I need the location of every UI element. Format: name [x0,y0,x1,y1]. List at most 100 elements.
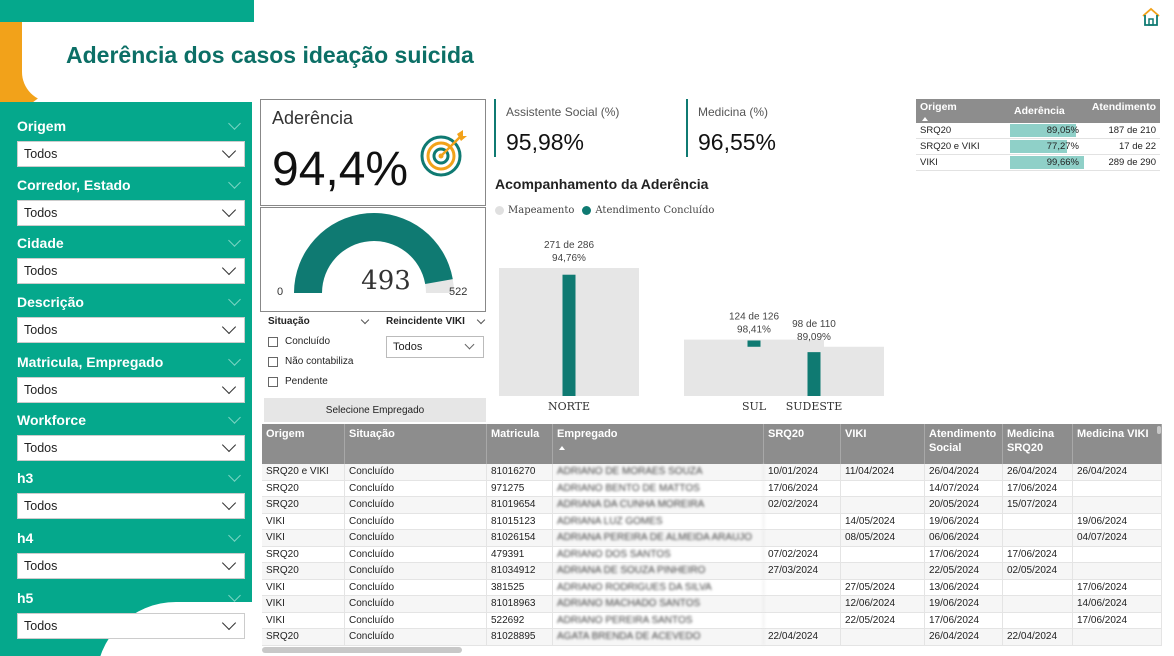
column-header[interactable]: Matricula [487,424,553,464]
table-row[interactable]: SRQ20 Concluído 479391 ADRIANO DOS SANTOS 07… [262,546,1162,563]
bar-concluido-norte[interactable] [562,274,576,396]
kpi-value: 96,55% [698,129,777,155]
header-atendimento[interactable]: Atendimento [1084,99,1160,123]
table-cell: ADRIANA DE SOUZA PINHEIRO [553,563,764,579]
checkbox[interactable] [268,336,278,347]
table-row[interactable]: SRQ20 Concluído 81034912 ADRIANA DE SOUZA P… [262,563,1162,580]
chevron-down-icon[interactable] [476,315,486,324]
column-header[interactable]: Medicina VIKI [1073,424,1162,464]
filter-dropdown[interactable]: Todos [17,317,245,343]
table-cell: 381525 [487,579,553,595]
reincidente-slicer-title: Reincidente VIKI [386,316,465,327]
employee-table-header: Origem Situação Matricula Empregado SRQ20 VIK… [262,424,1162,464]
filter-dropdown[interactable]: Todos [17,493,245,519]
home-icon[interactable] [1140,6,1162,28]
table-row[interactable]: SRQ20 Concluído 81019654 ADRIANA DA CUNHA M… [262,497,1162,514]
column-header[interactable]: Origem [262,424,345,464]
table-cell: 14/07/2024 [925,480,1003,496]
filter-dropdown[interactable]: Todos [17,258,245,284]
chevron-down-icon[interactable] [228,588,241,602]
table-row[interactable]: VIKI Concluído 381525 ADRIANO RODRIGUES DA … [262,579,1162,596]
situacao-option-pendente[interactable]: Pendente [268,376,368,387]
x-tick-label: SUDESTE [786,400,843,413]
table-cell: 19/06/2024 [925,513,1003,529]
bar-pct-label: 94,76% [552,253,586,264]
filter-label: Descrição [17,292,245,312]
checkbox[interactable] [268,356,278,367]
filter-origem: Origem Todos [17,116,245,167]
chevron-down-icon[interactable] [360,315,370,324]
chevron-down-icon[interactable] [228,468,241,482]
table-cell: 13/06/2024 [925,579,1003,595]
column-header[interactable]: Empregado [553,424,764,464]
origin-table-row[interactable]: SRQ20 e VIKI 77,27% 17 de 22 [916,139,1160,155]
chevron-down-icon[interactable] [228,116,241,130]
bar-count-label: 98 de 110 [792,319,836,330]
chevron-down-icon [221,379,237,395]
chevron-down-icon[interactable] [228,528,241,542]
chevron-down-icon[interactable] [228,410,241,424]
reincidente-dropdown[interactable]: Todos [386,336,484,358]
filter-dropdown[interactable]: Todos [17,200,245,226]
filter-dropdown[interactable]: Todos [17,435,245,461]
legend-label-mapeamento[interactable]: Mapeamento [508,205,574,216]
filter-dropdown[interactable]: Todos [17,377,245,403]
reincidente-viki-slicer: Reincidente VIKI Todos [386,315,486,358]
header-aderencia[interactable]: Aderência [1010,99,1084,123]
checkbox[interactable] [268,376,278,387]
filter-label: h5 [17,588,245,608]
header-origem[interactable]: Origem [916,99,1010,123]
column-header[interactable]: SRQ20 [764,424,841,464]
table-cell: 08/05/2024 [841,530,925,546]
adherence-bar-chart: 271 de 286 94,76% NORTE 124 de 126 98,41% SUL… [499,240,884,413]
table-row[interactable]: VIKI Concluído 522692 ADRIANO PEREIRA SANTO… [262,612,1162,629]
table-cell [1073,497,1162,513]
column-header[interactable]: Medicina SRQ20 [1003,424,1073,464]
table-cell: Concluído [345,629,487,645]
table-row[interactable]: SRQ20 Concluído 81028895 AGATA BRENDA DE AC… [262,629,1162,646]
table-cell: 26/04/2024 [1073,464,1162,480]
situacao-option-nao-contabiliza[interactable]: Não contabiliza [268,356,368,367]
employee-table: Origem Situação Matricula Empregado SRQ20 VIK… [262,424,1162,646]
table-cell [841,629,925,645]
column-header[interactable]: VIKI [841,424,925,464]
table-row[interactable]: VIKI Concluído 81015123 ADRIANA LUZ GOMES 14… [262,513,1162,530]
table-cell [841,497,925,513]
legend-swatch-mapeamento [495,206,504,215]
table-row[interactable]: SRQ20 Concluído 971275 ADRIANO BENTO DE MAT… [262,480,1162,497]
gauge-value: 493 [361,266,411,296]
table-cell [1073,563,1162,579]
chart-title: Acompanhamento da Aderência [495,176,709,192]
table-cell: ADRIANO DE MORAES SOUZA [553,464,764,480]
bar-concluido-sudeste[interactable] [807,352,821,396]
filter-dropdown[interactable]: Todos [17,141,245,167]
situacao-option-concluido[interactable]: Concluído [268,336,368,347]
chevron-down-icon[interactable] [228,292,241,306]
table-cell: 17/06/2024 [1073,612,1162,628]
table-cell: 17/06/2024 [925,546,1003,562]
kpi-accent-bar [686,99,688,157]
filter-dropdown[interactable]: Todos [17,613,245,639]
kpi-accent-bar [494,99,496,157]
table-row[interactable]: VIKI Concluído 81026154 ADRIANA PEREIRA DE … [262,530,1162,547]
chevron-down-icon[interactable] [228,352,241,366]
vertical-scrollbar[interactable] [1157,426,1161,434]
column-header[interactable]: Atendimento Social [925,424,1003,464]
legend-label-concluido[interactable]: Atendimento Concluído [595,205,714,216]
table-cell: 14/06/2024 [1073,596,1162,612]
table-cell: 02/02/2024 [764,497,841,513]
chevron-down-icon[interactable] [228,175,241,189]
origin-table-row[interactable]: VIKI 99,66% 289 de 290 [916,155,1160,171]
origin-table-row[interactable]: SRQ20 89,05% 187 de 210 [916,123,1160,139]
table-row[interactable]: SRQ20 e VIKI Concluído 81016270 ADRIANO DE … [262,464,1162,481]
column-header[interactable]: Situação [345,424,487,464]
select-employee-button[interactable]: Selecione Empregado [264,398,486,422]
table-cell: Concluído [345,464,487,480]
table-cell [841,563,925,579]
table-cell: 17/06/2024 [1073,579,1162,595]
filter-dropdown[interactable]: Todos [17,553,245,579]
horizontal-scrollbar[interactable] [262,647,462,653]
table-row[interactable]: VIKI Concluído 81018963 ADRIANO MACHADO SAN… [262,596,1162,613]
adherence-value: 94,4% [272,143,409,196]
chevron-down-icon[interactable] [228,233,241,247]
